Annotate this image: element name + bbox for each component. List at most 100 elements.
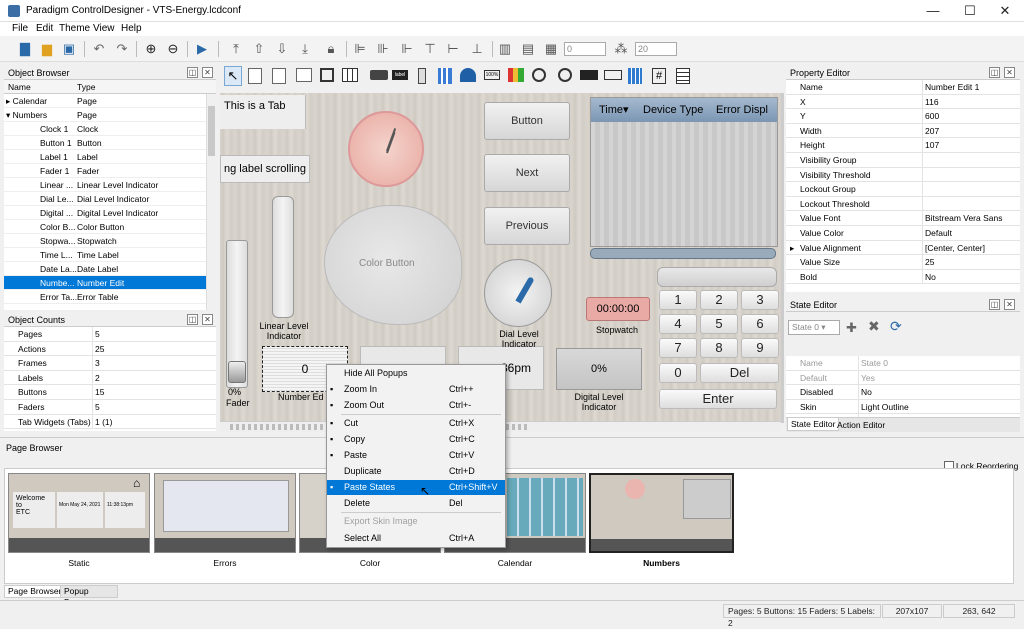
property-row[interactable]: Visibility Group [786, 152, 1020, 168]
tree-row[interactable]: Dial Le... Dial Level Indicator [4, 192, 216, 206]
close-icon[interactable]: ✕ [1004, 299, 1015, 310]
state-combo[interactable]: State 0 ▾ [788, 320, 840, 335]
float-icon[interactable]: ◫ [989, 299, 1000, 310]
col-name-header[interactable]: Name [8, 80, 78, 94]
state-value[interactable]: State 0 [858, 356, 1018, 370]
property-value[interactable] [922, 182, 1020, 197]
stopwatch-tool-icon[interactable] [532, 68, 546, 82]
play-icon[interactable]: ▶ [193, 40, 211, 58]
pointer-tool-icon[interactable]: ↖ [224, 66, 242, 86]
keypad-key[interactable]: 1 [659, 290, 697, 310]
state-row[interactable]: Name State 0 [786, 356, 1020, 371]
keypad-key[interactable]: 2 [700, 290, 738, 310]
tree-row[interactable]: Linear ... Linear Level Indicator [4, 178, 216, 192]
tab-popup-browser[interactable]: Popup Browser [60, 585, 118, 607]
canvas-vscroll[interactable] [781, 93, 784, 423]
keypad-key[interactable]: 5 [700, 314, 738, 334]
page-thumb-static[interactable]: Welcome to ETC Mon May 24, 2021 11:38:13… [8, 473, 150, 553]
redo-icon[interactable]: ↷ [113, 40, 131, 58]
close-button[interactable]: ✕ [988, 0, 1022, 22]
minimize-button[interactable]: — [916, 0, 950, 22]
property-value[interactable] [922, 196, 1020, 211]
property-value[interactable] [922, 167, 1020, 182]
device-type-header[interactable]: Device Type [643, 98, 703, 122]
time-label-tool-icon[interactable] [580, 70, 598, 80]
menu-item-zoom-out[interactable]: ▪ Zoom Out Ctrl+- [327, 398, 505, 413]
clock-tool-icon[interactable] [558, 68, 572, 82]
keypad-key[interactable]: 7 [659, 338, 697, 358]
property-row[interactable]: Width 207 [786, 123, 1020, 139]
property-value[interactable]: 207 [922, 123, 1020, 138]
previous-button[interactable]: Previous [484, 207, 570, 245]
tree-row[interactable]: ▾ Numbers Page [4, 108, 216, 122]
property-value[interactable]: Number Edit 1 [922, 80, 1020, 94]
tab-page-browser[interactable]: Page Browser [4, 585, 64, 598]
menu-item-export-skin-image[interactable]: Export Skin Image [327, 514, 505, 529]
date-label-tool-icon[interactable] [604, 70, 622, 80]
grid-snap-icon[interactable]: ⁂ [612, 40, 630, 58]
lock-icon[interactable]: 🔒︎ [322, 40, 340, 58]
page-tool-icon[interactable] [248, 68, 262, 84]
tree-scrollbar[interactable] [206, 94, 216, 310]
columns-icon[interactable]: ▥ [496, 40, 514, 58]
clock-widget[interactable] [348, 111, 424, 187]
property-value[interactable]: Bitstream Vera Sans [922, 211, 1020, 226]
tree-row[interactable]: Time L... Time Label [4, 248, 216, 262]
tree-row[interactable]: Numbe... Number Edit [4, 276, 216, 290]
menu-edit[interactable]: Edit [36, 23, 53, 34]
property-row[interactable]: Value Size 25 [786, 255, 1020, 270]
popup-tool-icon[interactable] [272, 68, 286, 84]
page-thumb-errors[interactable] [154, 473, 296, 553]
save-icon[interactable]: ▣ [60, 40, 78, 58]
keypad-key[interactable]: 4 [659, 314, 697, 334]
button-tool-icon[interactable] [370, 70, 388, 80]
digital-level-indicator[interactable]: 0% [556, 348, 642, 390]
open-folder-icon[interactable]: ▆ [38, 40, 56, 58]
state-row[interactable]: Disabled No [786, 385, 1020, 400]
dial-level-indicator[interactable] [484, 259, 552, 327]
state-row[interactable]: Default Yes [786, 370, 1020, 386]
expand-icon[interactable]: ▸ [790, 241, 794, 255]
property-row[interactable]: Lockout Threshold [786, 196, 1020, 212]
remove-state-icon[interactable]: ✖ [868, 318, 880, 335]
tree-row[interactable]: Error Ta... Error Table [4, 290, 216, 304]
zoom-out-icon[interactable]: ⊖ [164, 40, 182, 58]
state-value[interactable]: No [858, 385, 1018, 400]
tree-row[interactable]: Button 1 Button [4, 136, 216, 150]
tree-row[interactable]: ▸ Calendar Page [4, 94, 216, 108]
property-value[interactable]: No [922, 269, 1020, 284]
menu-item-cut[interactable]: ▪ Cut Ctrl+X [327, 416, 505, 431]
property-row[interactable]: ▸ Value Alignment [Center, Center] [786, 240, 1020, 256]
move-down-icon[interactable]: ⇩ [273, 40, 291, 58]
state-value[interactable]: Yes [858, 370, 1018, 385]
menu-item-hide-all-popups[interactable]: Hide All Popups [327, 366, 505, 381]
menu-item-paste[interactable]: ▪ Paste Ctrl+V [327, 448, 505, 463]
linear-level-indicator[interactable] [272, 196, 294, 318]
tab-widget[interactable]: This is a Tab [220, 95, 306, 129]
zoom-in-icon[interactable]: ⊕ [142, 40, 160, 58]
align-center-icon[interactable]: ⊪ [374, 40, 392, 58]
table-scrollbar[interactable] [590, 248, 776, 259]
fader-handle[interactable] [228, 361, 246, 383]
tree-row[interactable]: Color B... Color Button [4, 220, 216, 234]
property-value[interactable]: 600 [922, 109, 1020, 124]
error-table-tool-icon[interactable] [676, 68, 690, 84]
property-row[interactable]: Value Color Default [786, 225, 1020, 241]
property-row[interactable]: Value Font Bitstream Vera Sans [786, 211, 1020, 226]
error-display-header[interactable]: Error Displ [716, 98, 768, 122]
tab-state-editor[interactable]: State Editor [787, 418, 840, 431]
scrolling-label[interactable]: ng label scrolling [220, 155, 310, 183]
keypad-key[interactable]: 3 [741, 290, 779, 310]
property-row[interactable]: Lockout Group [786, 182, 1020, 197]
grid-size-spinbox[interactable]: 20 [635, 42, 677, 56]
property-value[interactable]: Default [922, 225, 1020, 240]
menu-item-copy[interactable]: ▪ Copy Ctrl+C [327, 432, 505, 447]
property-row[interactable]: Name Number Edit 1 [786, 80, 1020, 95]
float-icon[interactable]: ◫ [989, 67, 1000, 78]
state-row[interactable]: Skin Light Outline [786, 399, 1020, 415]
keypad-key[interactable]: Del [700, 363, 779, 383]
page-thumb-numbers[interactable] [589, 473, 734, 553]
keypad-display[interactable] [657, 267, 777, 287]
rows-icon[interactable]: ▤ [519, 40, 537, 58]
col-type-header[interactable]: Type [77, 80, 95, 94]
